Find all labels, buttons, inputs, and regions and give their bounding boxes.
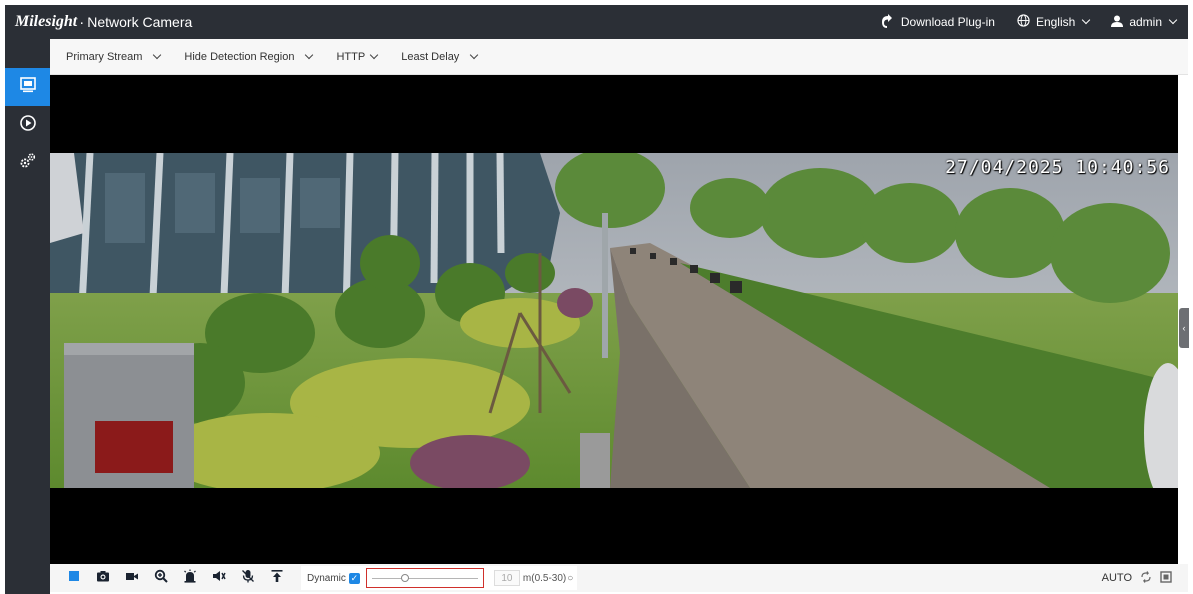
download-plugin-button[interactable]: Download Plug-in xyxy=(880,13,995,31)
osd-timestamp: 27/04/2025 10:40:56 xyxy=(945,157,1170,178)
language-label: English xyxy=(1035,15,1076,29)
upload-button[interactable] xyxy=(270,569,284,588)
brand-logo: Milesight xyxy=(15,13,78,30)
check-icon: ✓ xyxy=(350,572,359,583)
globe-icon xyxy=(1017,14,1030,30)
microphone-button[interactable] xyxy=(241,569,255,588)
snapshot-button[interactable] xyxy=(96,569,110,588)
dynamic-label: Dynamic xyxy=(307,572,346,584)
protocol-select[interactable]: HTTP xyxy=(336,50,379,63)
gears-icon xyxy=(19,152,37,175)
stream-select-label: Primary Stream xyxy=(66,50,143,63)
product-name: Network Camera xyxy=(87,14,193,30)
chevron-left-icon: ‹ xyxy=(1182,323,1186,333)
record-icon xyxy=(125,569,139,588)
audio-mute-icon xyxy=(212,569,226,588)
alarm-icon xyxy=(183,569,197,588)
slider-track xyxy=(371,578,478,579)
play-circle-icon xyxy=(19,114,37,137)
chevron-down-icon xyxy=(369,50,379,59)
chevron-down-icon xyxy=(1082,15,1091,25)
sidebar-item-settings[interactable] xyxy=(5,144,50,182)
sidebar xyxy=(5,39,50,594)
upload-icon xyxy=(270,569,284,588)
chevron-down-icon xyxy=(470,50,479,59)
user-label: admin xyxy=(1129,15,1162,29)
live-video-viewport[interactable]: 27/04/2025 10:40:56 xyxy=(50,75,1178,564)
privacy-mask xyxy=(95,421,173,473)
right-controls: AUTO xyxy=(1102,570,1188,586)
delay-label: Least Delay xyxy=(401,50,460,63)
dynamic-checkbox[interactable]: ✓ xyxy=(348,572,360,584)
record-button[interactable] xyxy=(125,571,139,585)
snapshot-icon xyxy=(96,569,110,588)
distance-value-input[interactable] xyxy=(493,570,520,586)
sidebar-item-playback[interactable] xyxy=(5,106,50,144)
camera-image: 27/04/2025 10:40:56 xyxy=(50,153,1178,488)
detection-region-label: Hide Detection Region xyxy=(184,50,295,63)
distance-range-label: m(0.5-30) xyxy=(522,572,567,584)
panel-collapse-handle[interactable]: ‹ xyxy=(1179,308,1189,348)
chevron-down-icon xyxy=(153,50,162,59)
reset-icon[interactable]: ○ xyxy=(567,573,573,584)
stream-select[interactable]: Primary Stream xyxy=(66,50,162,63)
slider-thumb[interactable] xyxy=(401,574,410,582)
auto-label[interactable]: AUTO xyxy=(1102,572,1132,584)
detection-region-select[interactable]: Hide Detection Region xyxy=(184,50,314,63)
user-menu[interactable]: admin xyxy=(1111,15,1178,30)
protocol-label: HTTP xyxy=(336,50,366,63)
delay-select[interactable]: Least Delay xyxy=(401,50,479,63)
audio-button[interactable] xyxy=(212,569,226,588)
brand: Milesight · Network Camera xyxy=(5,13,192,31)
distance-slider[interactable] xyxy=(365,568,484,588)
brand-separator: · xyxy=(79,13,85,31)
zoom-in-icon xyxy=(154,569,168,588)
monitor-icon xyxy=(19,76,37,99)
dynamic-distance-control: Dynamic ✓ m(0.5-30) ○ xyxy=(301,566,578,590)
stream-toolbar: Primary Stream Hide Detection Region HTT… xyxy=(50,39,1188,75)
chevron-down-icon xyxy=(1168,15,1178,25)
zoom-in-button[interactable] xyxy=(154,569,168,588)
download-plugin-icon xyxy=(880,13,895,31)
refresh-icon[interactable] xyxy=(1140,570,1152,586)
language-dropdown[interactable]: English xyxy=(1017,14,1091,30)
alarm-button[interactable] xyxy=(183,569,197,588)
sidebar-item-live-view[interactable] xyxy=(5,68,50,106)
fullscreen-icon[interactable] xyxy=(1160,570,1172,586)
download-plugin-label: Download Plug-in xyxy=(900,15,995,29)
stop-button[interactable] xyxy=(67,569,81,588)
chevron-down-icon xyxy=(305,50,314,59)
stop-icon xyxy=(67,569,81,588)
microphone-icon xyxy=(241,569,255,588)
user-icon xyxy=(1111,15,1124,30)
top-header: Milesight · Network Camera Download Plug… xyxy=(5,5,1188,39)
video-control-bar: Dynamic ✓ m(0.5-30) ○ AUTO xyxy=(50,564,1188,592)
